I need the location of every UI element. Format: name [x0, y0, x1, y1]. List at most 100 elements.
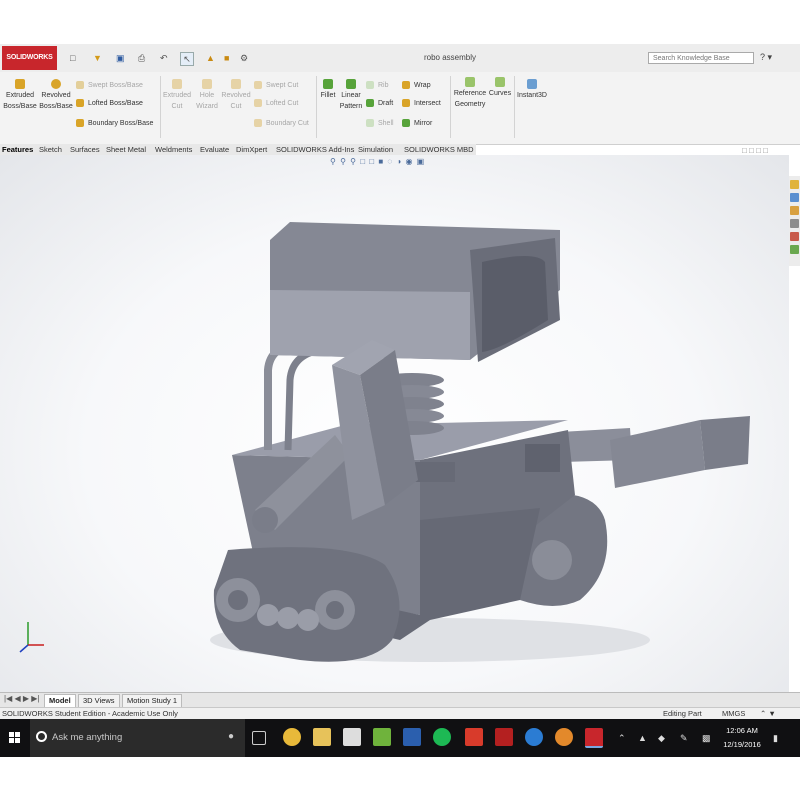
- wrap-button[interactable]: Wrap: [402, 80, 431, 91]
- new-file-icon[interactable]: □: [70, 52, 75, 64]
- curves-button[interactable]: Curves: [488, 77, 512, 99]
- tab-sheet-metal[interactable]: Sheet Metal: [106, 144, 146, 155]
- mirror-icon: [402, 119, 410, 128]
- app-icon-red[interactable]: [495, 728, 513, 746]
- lofted-cut-button[interactable]: Lofted Cut: [254, 98, 298, 109]
- volume-icon[interactable]: ◆: [658, 733, 665, 744]
- mirror-button[interactable]: Mirror: [402, 118, 432, 129]
- shell-button[interactable]: Shell: [366, 118, 394, 129]
- instant3d-button[interactable]: Instant3D: [516, 79, 548, 101]
- task-view-icon[interactable]: [252, 731, 266, 745]
- units-selector[interactable]: MMGS: [722, 708, 745, 719]
- keyboard-icon[interactable]: ▩: [702, 733, 711, 744]
- swept-cut-button[interactable]: Swept Cut: [254, 80, 298, 91]
- file-explorer-pane-icon[interactable]: [790, 206, 799, 215]
- extruded-cut-button[interactable]: Extruded Cut: [162, 79, 192, 112]
- rebuild-icon[interactable]: ▲: [206, 52, 215, 64]
- intersect-button[interactable]: Intersect: [402, 98, 441, 109]
- cortana-icon: [36, 731, 47, 742]
- word-icon[interactable]: [403, 728, 421, 746]
- tab-weldments[interactable]: Weldments: [155, 144, 192, 155]
- windows-start-icon[interactable]: [0, 719, 30, 757]
- blender-icon[interactable]: [555, 728, 573, 746]
- view-palette-icon[interactable]: [790, 219, 799, 228]
- tab-dimxpert[interactable]: DimXpert: [236, 144, 267, 155]
- chrome-icon[interactable]: [283, 728, 301, 746]
- reference-geometry-button[interactable]: Reference Geometry: [452, 77, 488, 110]
- linear-pattern-icon: [346, 79, 356, 89]
- spotify-icon[interactable]: [433, 728, 451, 746]
- edition-label: SOLIDWORKS Student Edition - Academic Us…: [2, 709, 178, 718]
- hole-wizard-button[interactable]: Hole Wizard: [194, 79, 220, 112]
- store-icon[interactable]: [343, 728, 361, 746]
- network-icon[interactable]: ▲: [638, 733, 647, 743]
- tab-simulation[interactable]: Simulation: [358, 144, 393, 155]
- boundary-boss-icon: [76, 119, 84, 128]
- swept-boss-button[interactable]: Swept Boss/Base: [76, 80, 143, 91]
- fillet-icon: [323, 79, 333, 89]
- left-arm-joint: [252, 507, 278, 533]
- search-input[interactable]: Search Knowledge Base: [648, 52, 754, 64]
- tray-overflow-icon[interactable]: ⌃: [618, 733, 626, 744]
- hole-wizard-icon: [202, 79, 212, 89]
- tab-evaluate[interactable]: Evaluate: [200, 144, 229, 155]
- revolved-cut-button[interactable]: Revolved Cut: [220, 79, 252, 112]
- clock-date[interactable]: 12/19/2016: [722, 740, 762, 749]
- robot-model[interactable]: [0, 155, 789, 692]
- print-icon[interactable]: ⎙: [138, 52, 145, 64]
- undo-icon[interactable]: ↶: [160, 52, 168, 64]
- appearances-icon[interactable]: [790, 232, 799, 241]
- toolbar-divider: [316, 76, 317, 138]
- front-wheel-hub: [228, 590, 248, 610]
- revolved-boss-button[interactable]: Revolved Boss/Base: [39, 79, 73, 112]
- linear-pattern-button[interactable]: Linear Pattern: [338, 79, 364, 112]
- rib-button[interactable]: Rib: [366, 80, 389, 91]
- fillet-button[interactable]: Fillet: [318, 79, 338, 101]
- open-icon[interactable]: ▼: [93, 52, 102, 64]
- options-icon[interactable]: ⚙: [240, 52, 248, 64]
- tab-mbd[interactable]: SOLIDWORKS MBD: [404, 144, 474, 155]
- boundary-boss-button[interactable]: Boundary Boss/Base: [76, 118, 153, 129]
- app-icon[interactable]: [373, 728, 391, 746]
- lofted-boss-button[interactable]: Lofted Boss/Base: [76, 98, 143, 109]
- custom-properties-icon[interactable]: [790, 245, 799, 254]
- tab-sketch[interactable]: Sketch: [39, 144, 62, 155]
- instant3d-icon: [527, 79, 537, 89]
- boundary-cut-button[interactable]: Boundary Cut: [254, 118, 309, 129]
- office-icon[interactable]: [465, 728, 483, 746]
- design-library-icon[interactable]: [790, 193, 799, 202]
- edge-icon[interactable]: [525, 728, 543, 746]
- select-icon[interactable]: ↖: [180, 52, 194, 66]
- microphone-icon[interactable]: ●: [228, 731, 234, 742]
- tab-scroll-arrows[interactable]: |◀ ◀ ▶ ▶|: [4, 694, 39, 703]
- solidworks-taskbar-icon[interactable]: [585, 728, 603, 748]
- status-icons[interactable]: ⌃ ▼: [760, 708, 776, 719]
- save-icon[interactable]: ▣: [116, 52, 125, 64]
- tab-3d-views[interactable]: 3D Views: [78, 694, 120, 707]
- tab-addins[interactable]: SOLIDWORKS Add-Ins: [276, 144, 354, 155]
- tab-features[interactable]: Features: [2, 144, 33, 155]
- solidworks-logo-icon[interactable]: SOLIDWORKS: [2, 46, 57, 70]
- file-properties-icon[interactable]: ■: [224, 52, 229, 64]
- curves-icon: [495, 77, 505, 87]
- tab-surfaces[interactable]: Surfaces: [70, 144, 100, 155]
- resources-icon[interactable]: [790, 180, 799, 189]
- cortana-search-placeholder[interactable]: Ask me anything: [52, 732, 122, 743]
- pen-icon[interactable]: ✎: [680, 733, 688, 744]
- shell-icon: [366, 119, 374, 128]
- clock-time[interactable]: 12:06 AM: [722, 726, 762, 735]
- right-claw-tip: [700, 416, 750, 470]
- notifications-icon[interactable]: ▮: [773, 733, 778, 744]
- document-title: robo assembly: [423, 53, 477, 62]
- extruded-boss-button[interactable]: Extruded Boss/Base: [2, 79, 38, 112]
- toolbar-divider: [450, 76, 451, 138]
- rib-icon: [366, 81, 374, 90]
- viewport-window-controls[interactable]: □ □ □ □: [742, 146, 768, 155]
- help-icon[interactable]: ? ▾: [760, 52, 772, 63]
- draft-button[interactable]: Draft: [366, 98, 393, 109]
- tab-motion-study[interactable]: Motion Study 1: [122, 694, 183, 707]
- intersect-icon: [402, 99, 410, 108]
- file-explorer-icon[interactable]: [313, 728, 331, 746]
- tab-model[interactable]: Model: [44, 694, 76, 707]
- boundary-cut-icon: [254, 119, 262, 128]
